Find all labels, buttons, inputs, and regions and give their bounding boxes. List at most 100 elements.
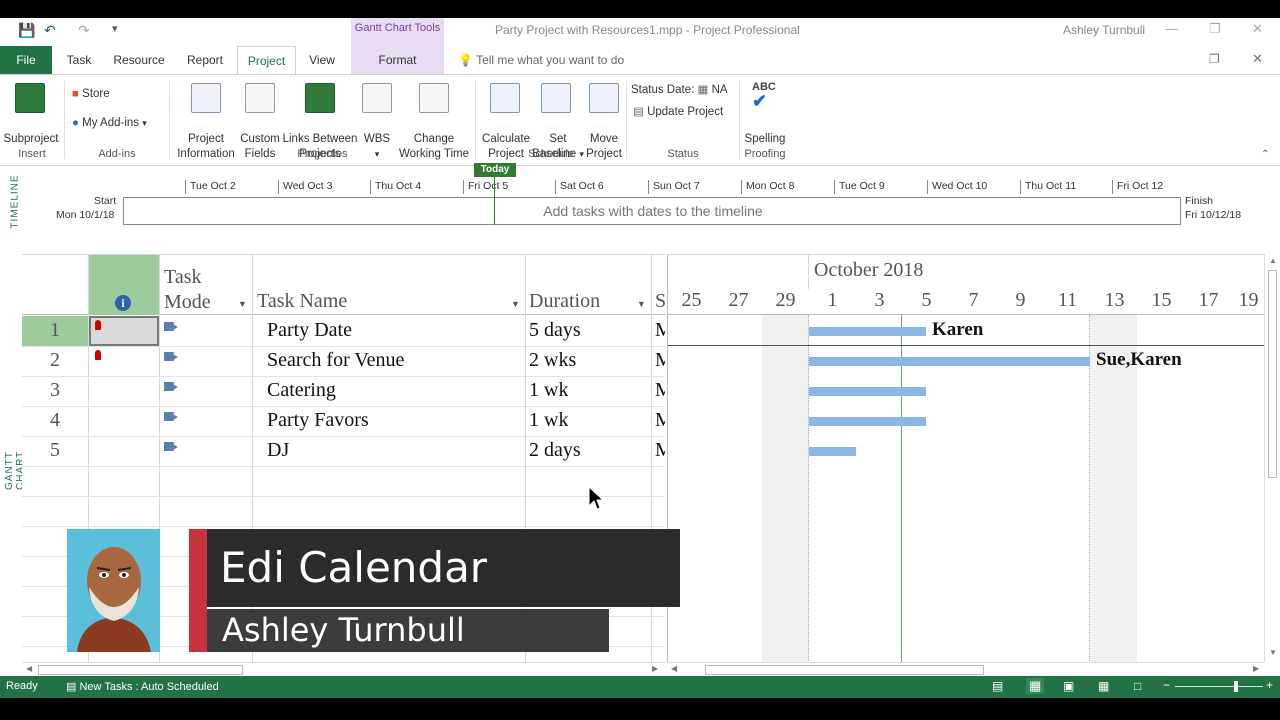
filter-dropdown-icon[interactable]: ▼ [511, 299, 520, 309]
task-name[interactable]: DJ [267, 439, 289, 462]
zoom-slider-handle[interactable] [1234, 681, 1238, 692]
table-row[interactable]: 4 Party Favors 1 wk M [22, 406, 665, 436]
redo-icon[interactable]: ↷ [78, 22, 90, 39]
scroll-thumb[interactable] [705, 665, 984, 675]
selected-row-line [668, 345, 1265, 346]
subproject-icon[interactable] [15, 83, 45, 113]
scroll-right-icon[interactable]: ▶ [652, 664, 658, 673]
filter-dropdown-icon[interactable]: ▼ [238, 299, 247, 309]
status-date-button[interactable]: Status Date: ▦ NA [631, 83, 728, 98]
lightbulb-icon: 💡 [458, 53, 473, 67]
my-addins-button[interactable]: ● My Add-ins ▾ [72, 116, 147, 131]
customize-qat-icon[interactable]: ▾ [112, 22, 118, 35]
restore-button[interactable]: ❐ [1209, 21, 1221, 37]
calculate-project-icon[interactable] [490, 83, 520, 113]
date-tick: 29 [775, 289, 796, 311]
tab-resource[interactable]: Resource [110, 46, 168, 74]
undo-icon[interactable]: ↶ [44, 22, 56, 39]
task-bar[interactable] [809, 447, 856, 456]
zoom-in-icon[interactable]: + [1266, 678, 1273, 692]
tell-me-box[interactable]: 💡 Tell me what you want to do [458, 46, 624, 74]
tab-report[interactable]: Report [182, 46, 228, 74]
scroll-down-icon[interactable]: ▼ [1269, 648, 1277, 657]
spelling-icon[interactable]: ABC ✔ [752, 81, 776, 110]
table-row[interactable]: 2 Search for Venue 2 wks M [22, 346, 665, 376]
gantt-chart[interactable]: October 2018 25 27 29 1 3 5 7 9 11 13 15… [667, 254, 1265, 663]
task-start[interactable]: M [655, 409, 665, 432]
timeline-start-date: Mon 10/1/18 [56, 209, 115, 221]
resource-sheet-view-icon[interactable]: ▦ [1098, 679, 1109, 693]
task-duration[interactable]: 2 wks [529, 349, 576, 372]
table-row[interactable]: 1 Party Date 5 days M [22, 316, 665, 346]
spelling-button[interactable]: Spelling [742, 132, 788, 147]
task-start[interactable]: M [655, 349, 665, 372]
sheet-horizontal-scrollbar[interactable]: ◀ ▶ [22, 662, 665, 676]
task-duration[interactable]: 1 wk [529, 409, 568, 432]
wbs-icon[interactable] [362, 83, 392, 113]
scroll-up-icon[interactable]: ▲ [1269, 256, 1277, 265]
project-information-icon[interactable] [191, 83, 221, 113]
save-icon[interactable]: 💾 [18, 22, 35, 39]
task-duration[interactable]: 2 days [529, 439, 581, 462]
scroll-thumb[interactable] [1268, 270, 1277, 478]
tab-project[interactable]: Project [237, 46, 296, 74]
task-name-header[interactable]: Task Name [257, 290, 347, 313]
scroll-left-icon[interactable]: ◀ [26, 664, 32, 673]
tab-view[interactable]: View [303, 46, 341, 74]
set-baseline-icon[interactable] [541, 83, 571, 113]
filter-dropdown-icon[interactable]: ▼ [637, 299, 646, 309]
task-start[interactable]: M [655, 319, 665, 342]
user-name[interactable]: Ashley Turnbull [1063, 23, 1145, 37]
table-row[interactable]: 5 DJ 2 days M [22, 436, 665, 466]
task-duration[interactable]: 1 wk [529, 379, 568, 402]
duration-header[interactable]: Duration [529, 290, 600, 313]
links-between-projects-icon[interactable] [305, 83, 335, 113]
tab-format[interactable]: Format [351, 46, 444, 74]
task-bar[interactable] [809, 357, 1090, 366]
new-tasks-mode[interactable]: ▤ New Tasks : Auto Scheduled [66, 680, 219, 693]
task-mode-header[interactable]: Task Mode [164, 265, 211, 315]
task-usage-view-icon[interactable]: ▤ [992, 679, 1003, 693]
start-header[interactable]: S [655, 290, 665, 313]
table-row[interactable]: 3 Catering 1 wk M [22, 376, 665, 406]
resource-label: Karen [932, 319, 984, 340]
date-tick: 9 [1015, 289, 1026, 311]
update-project-button[interactable]: ▤ Update Project [633, 105, 723, 120]
close-document-icon[interactable]: ✕ [1252, 51, 1263, 67]
task-start[interactable]: M [655, 439, 665, 462]
close-button[interactable]: ✕ [1252, 21, 1263, 37]
task-name[interactable]: Catering [267, 379, 336, 402]
custom-fields-icon[interactable] [245, 83, 275, 113]
minimize-button[interactable]: — [1165, 21, 1178, 36]
gantt-view-icon[interactable]: ▦ [1026, 678, 1045, 694]
task-name[interactable]: Search for Venue [267, 349, 404, 372]
indicator-column-header[interactable]: i [88, 255, 159, 315]
tab-task[interactable]: Task [60, 46, 98, 74]
vertical-scrollbar[interactable]: ▲ ▼ [1264, 254, 1280, 662]
timeline[interactable]: TIMELINE Start Mon 10/1/18 Finish Fri 10… [0, 163, 1280, 251]
task-start[interactable]: M [655, 379, 665, 402]
zoom-out-icon[interactable]: − [1163, 678, 1170, 692]
info-icon: i [115, 295, 131, 311]
task-name[interactable]: Party Favors [267, 409, 369, 432]
ribbon-display-icon[interactable]: ❐ [1209, 52, 1220, 66]
change-working-time-icon[interactable] [419, 83, 449, 113]
scroll-left-icon[interactable]: ◀ [671, 664, 677, 673]
task-duration[interactable]: 5 days [529, 319, 581, 342]
chart-horizontal-scrollbar[interactable]: ◀ ▶ [667, 662, 1264, 676]
store-button[interactable]: ■ Store [72, 87, 110, 102]
scroll-right-icon[interactable]: ▶ [1253, 664, 1259, 673]
report-view-icon[interactable]: □ [1134, 679, 1141, 693]
task-bar[interactable] [809, 387, 926, 396]
team-planner-view-icon[interactable]: ▣ [1063, 679, 1074, 693]
tab-file[interactable]: File [0, 46, 52, 74]
subproject-button[interactable]: Subproject [2, 132, 60, 147]
timeline-bar[interactable]: Add tasks with dates to the timeline [123, 197, 1181, 225]
task-name[interactable]: Party Date [267, 319, 352, 342]
collapse-ribbon-icon[interactable]: ⌃ [1261, 149, 1269, 160]
scroll-thumb[interactable] [38, 665, 243, 675]
zoom-slider[interactable] [1175, 686, 1263, 687]
move-project-icon[interactable] [589, 83, 619, 113]
task-bar[interactable] [809, 417, 926, 426]
task-bar[interactable] [809, 327, 926, 336]
